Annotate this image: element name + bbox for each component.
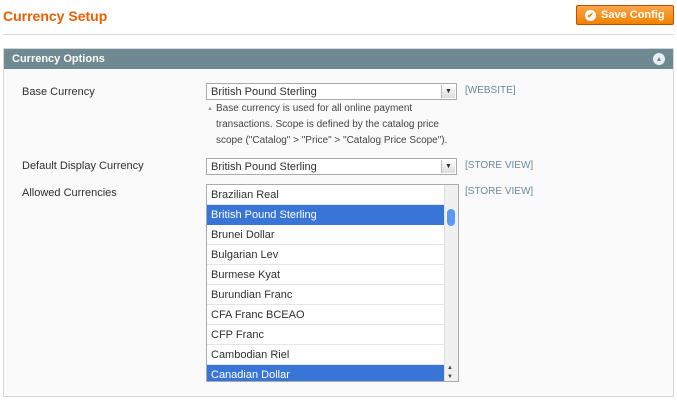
section-title: Currency Options <box>12 53 105 65</box>
allowed-currencies-scope: [STORE VIEW] <box>465 186 534 197</box>
options-list: Brazilian Real British Pound Sterling Brun… <box>207 185 458 381</box>
dropdown-arrow-icon: ▼ <box>441 160 455 173</box>
currency-option[interactable]: CFP Franc <box>207 325 445 345</box>
display-currency-select[interactable]: British Pound Sterling ▼ <box>206 158 457 175</box>
currency-option[interactable]: Bulgarian Lev <box>207 245 445 265</box>
display-currency-scope: [STORE VIEW] <box>465 160 534 171</box>
divider <box>3 34 674 35</box>
checkmark-icon: ✔ <box>585 9 596 21</box>
base-currency-scope: [WEBSITE] <box>465 85 516 96</box>
base-currency-hint: ▲ Base currency is used for all online p… <box>207 101 461 149</box>
currency-option[interactable]: British Pound Sterling <box>207 205 445 225</box>
save-config-label: Save Config <box>601 9 665 21</box>
hint-text: Base currency is used for all online pay… <box>216 103 448 146</box>
page-title: Currency Setup <box>3 8 108 24</box>
currency-option[interactable]: CFA Franc BCEAO <box>207 305 445 325</box>
currency-option[interactable]: Brazilian Real <box>207 185 445 205</box>
dropdown-arrow-icon: ▼ <box>441 85 455 98</box>
scrollbar-thumb[interactable] <box>447 209 455 226</box>
collapse-icon[interactable]: ▲ <box>653 53 665 65</box>
base-currency-select[interactable]: British Pound Sterling ▼ <box>206 83 457 100</box>
base-currency-label: Base Currency <box>22 86 95 98</box>
hint-arrow-icon: ▲ <box>207 106 213 112</box>
scroll-down-icon[interactable]: ▼ <box>447 374 453 380</box>
scroll-up-icon[interactable]: ▲ <box>447 365 453 371</box>
base-currency-value: British Pound Sterling <box>211 85 317 98</box>
allowed-currencies-multiselect[interactable]: Brazilian Real British Pound Sterling Brun… <box>206 184 459 382</box>
display-currency-value: British Pound Sterling <box>211 160 317 173</box>
allowed-currencies-label: Allowed Currencies <box>22 187 117 199</box>
save-config-button[interactable]: ✔ Save Config <box>576 5 674 25</box>
section-header[interactable]: Currency Options ▲ <box>4 49 673 69</box>
currency-option[interactable]: Cambodian Riel <box>207 345 445 365</box>
scrollbar[interactable]: ▲ ▼ <box>444 185 458 381</box>
currency-option[interactable]: Canadian Dollar <box>207 365 445 381</box>
currency-option[interactable]: Brunei Dollar <box>207 225 445 245</box>
currency-option[interactable]: Burmese Kyat <box>207 265 445 285</box>
currency-option[interactable]: Burundian Franc <box>207 285 445 305</box>
display-currency-label: Default Display Currency <box>22 160 144 172</box>
currency-options-section: Currency Options ▲ Base Currency British… <box>3 48 674 397</box>
